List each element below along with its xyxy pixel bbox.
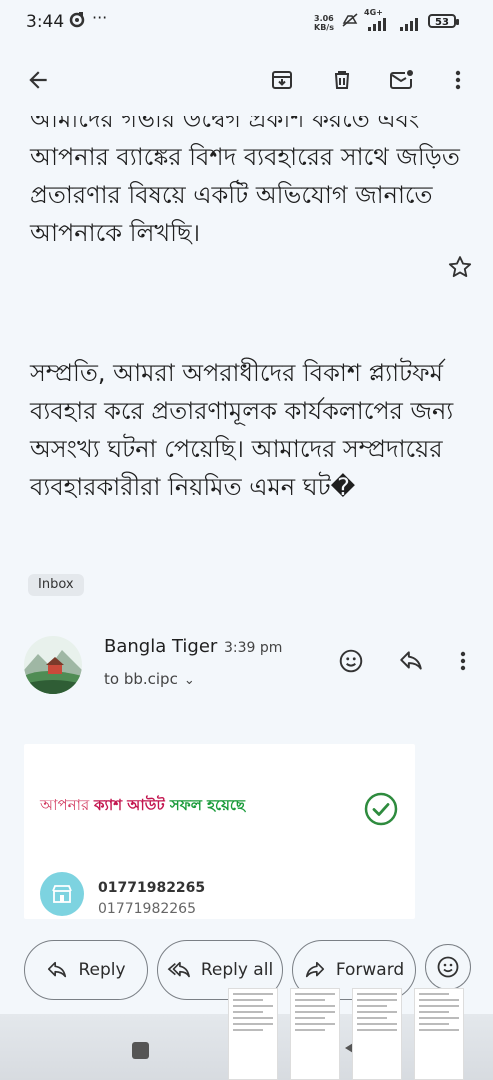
reply-icon-button[interactable]	[396, 646, 426, 676]
status-bar: 3:44 ··· 3.06 KB/s 4G+ 53	[0, 0, 493, 46]
battery-indicator: 53	[428, 14, 459, 28]
recent-app-thumbnail[interactable]	[290, 988, 340, 1080]
chevron-down-icon: ⌄	[183, 673, 195, 688]
signal-icon-2	[398, 16, 422, 35]
signal-icon-1	[366, 16, 390, 35]
star-button[interactable]	[446, 253, 474, 285]
archive-icon	[272, 71, 292, 89]
network-speed: 3.06 KB/s	[314, 14, 334, 32]
forward-icon	[305, 961, 324, 978]
email-body-paragraph-1: আমাদের গভীর উদ্বেগ প্রকাশ করতে এবং আপনার…	[30, 105, 460, 247]
check-circle-icon	[364, 792, 398, 830]
system-navigation-bar	[0, 988, 493, 1080]
star-outline-icon	[448, 256, 472, 278]
mute-icon	[340, 12, 360, 32]
message-more-button[interactable]	[448, 646, 478, 676]
more-options-button[interactable]	[442, 64, 474, 96]
recent-app-thumbnail[interactable]	[352, 988, 402, 1080]
recipient-text: to bb.cipc	[104, 670, 178, 688]
recent-app-thumbnail[interactable]	[414, 988, 464, 1080]
forward-label: Forward	[335, 960, 405, 980]
mail-unread-icon	[390, 70, 413, 89]
app-notification-icon	[68, 10, 86, 32]
reply-all-label: Reply all	[200, 960, 274, 980]
recipient-details[interactable]: to bb.cipc ⌄	[104, 670, 195, 688]
more-vert-icon	[460, 651, 466, 671]
archive-button[interactable]	[266, 64, 298, 96]
card-title-part-3: সফল হয়েছে	[169, 796, 246, 814]
status-time: 3:44	[26, 12, 65, 32]
email-toolbar	[0, 46, 493, 116]
reply-button[interactable]: Reply	[24, 940, 148, 1000]
shop-icon	[40, 872, 84, 916]
more-vert-icon	[455, 70, 461, 90]
message-time: 3:39 pm	[224, 640, 283, 656]
reply-all-icon	[167, 961, 190, 978]
reply-label: Reply	[78, 960, 126, 980]
avatar[interactable]	[24, 636, 82, 694]
delete-button[interactable]	[326, 64, 358, 96]
card-title-part-1: আপনার	[40, 796, 95, 814]
arrow-back-icon	[29, 71, 47, 89]
emoji-icon	[339, 649, 363, 673]
more-notifications-icon: ···	[92, 8, 108, 27]
recents-button[interactable]	[132, 1042, 149, 1059]
react-emoji-button[interactable]	[425, 944, 471, 990]
message-header[interactable]: Bangla Tiger 3:39 pm to bb.cipc ⌄	[0, 626, 493, 698]
speed-unit: KB/s	[314, 23, 334, 32]
account-number-secondary: 01771982265	[98, 901, 196, 917]
emoji-icon	[437, 956, 459, 978]
reply-icon	[48, 961, 67, 978]
embedded-image-card: আপনার ক্যাশ আউট সফল হয়েছে 01771982265 0…	[24, 744, 415, 919]
card-title-part-2: ক্যাশ আউট	[94, 796, 170, 814]
inbox-label[interactable]: Inbox	[28, 574, 84, 596]
card-title: আপনার ক্যাশ আউট সফল হয়েছে	[40, 794, 245, 819]
back-button[interactable]	[22, 64, 54, 96]
mark-unread-button[interactable]	[386, 64, 418, 96]
speed-value: 3.06	[314, 14, 334, 23]
sender-name: Bangla Tiger	[104, 636, 218, 657]
trash-icon	[335, 71, 349, 89]
reply-icon	[400, 651, 422, 670]
account-number: 01771982265	[98, 880, 206, 896]
add-reaction-button[interactable]	[336, 646, 366, 676]
recent-app-thumbnail[interactable]	[228, 988, 278, 1080]
email-body-paragraph-2: সম্প্রতি, আমরা অপরাধীদের বিকাশ প্ল্যাটফর…	[30, 359, 454, 501]
